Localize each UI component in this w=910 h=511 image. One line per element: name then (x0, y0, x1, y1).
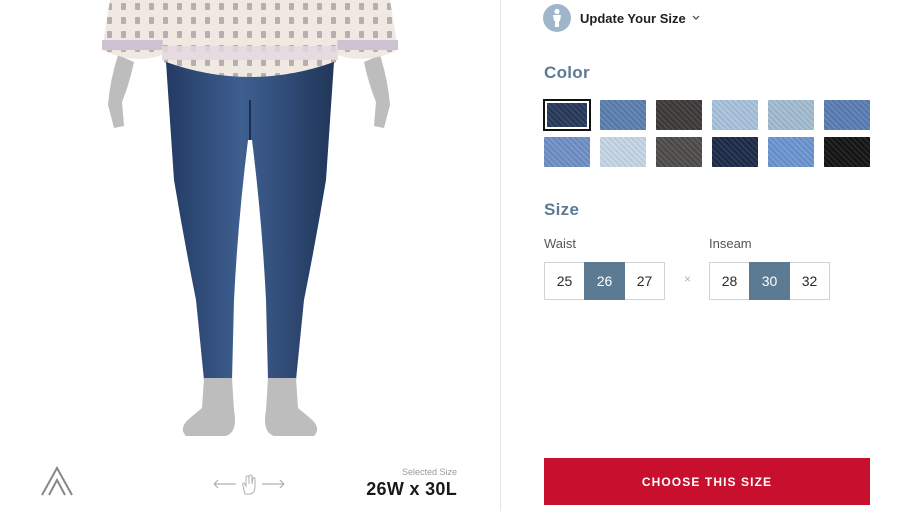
color-section-title: Color (544, 63, 590, 82)
inseam-option[interactable]: 32 (789, 262, 830, 300)
color-swatch[interactable] (600, 100, 646, 130)
waist-option[interactable]: 27 (624, 262, 665, 300)
waist-options: 25 26 27 (544, 262, 665, 300)
inseam-option[interactable]: 28 (709, 262, 750, 300)
choose-size-button[interactable]: CHOOSE THIS SIZE (544, 458, 870, 505)
color-swatch[interactable] (824, 137, 870, 167)
color-swatch[interactable] (600, 137, 646, 167)
brand-logo-icon (41, 466, 73, 496)
inseam-label: Inseam (709, 236, 752, 251)
model-image[interactable] (90, 0, 410, 445)
size-section-title: Size (544, 200, 580, 219)
color-swatch[interactable] (543, 99, 591, 131)
model-viewer[interactable]: Selected Size 26W x 30L (0, 0, 500, 511)
color-swatch[interactable] (656, 100, 702, 130)
color-swatch[interactable] (824, 100, 870, 130)
waist-label: Waist (544, 236, 577, 251)
chevron-down-icon (692, 15, 700, 20)
color-swatch[interactable] (712, 137, 758, 167)
color-swatch[interactable] (656, 137, 702, 167)
selected-size-value: 26W x 30L (366, 479, 457, 499)
color-swatch[interactable] (544, 137, 590, 167)
person-icon (543, 4, 571, 32)
color-swatch[interactable] (768, 100, 814, 130)
inseam-options: 28 30 32 (709, 262, 830, 300)
color-swatch[interactable] (712, 100, 758, 130)
color-swatch[interactable] (768, 137, 814, 167)
inseam-option[interactable]: 30 (749, 262, 790, 300)
times-separator: × (684, 272, 692, 286)
waist-option[interactable]: 25 (544, 262, 585, 300)
update-size-label: Update Your Size (580, 10, 686, 26)
selected-size-label: Selected Size (401, 467, 457, 477)
waist-option[interactable]: 26 (584, 262, 625, 300)
hand-rotate-icon (213, 474, 285, 495)
size-selector-panel: Update Your Size Color Size Waist Inseam… (501, 0, 910, 511)
update-size-button[interactable]: Update Your Size (543, 4, 700, 32)
color-swatch-grid (543, 99, 870, 167)
